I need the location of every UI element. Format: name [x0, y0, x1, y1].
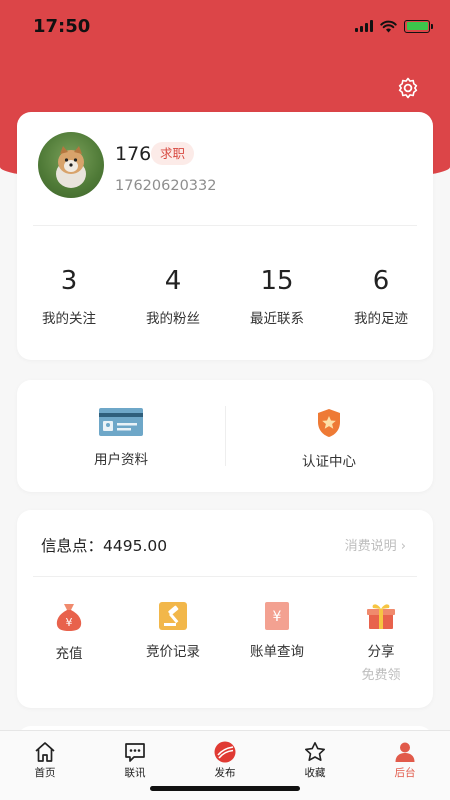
action-label: 账单查询 — [250, 644, 304, 660]
share-button[interactable]: 分享 免费领 — [329, 602, 433, 683]
gavel-icon — [159, 602, 187, 630]
divider — [33, 225, 417, 226]
chevron-right-icon: › — [400, 539, 406, 554]
bidding-records-button[interactable]: 竞价记录 — [121, 602, 225, 683]
home-indicator — [150, 786, 300, 791]
tab-label: 收藏 — [304, 767, 326, 779]
username: 176 — [115, 143, 152, 165]
tab-home[interactable]: 首页 — [0, 731, 90, 800]
cellular-signal-icon — [355, 20, 373, 32]
stat-footprints[interactable]: 6 我的足迹 — [329, 264, 433, 327]
tab-label: 发布 — [214, 767, 236, 779]
stat-label: 最近联系 — [250, 311, 304, 327]
tab-label: 后台 — [394, 767, 416, 779]
user-profile-button[interactable]: 用户资料 — [17, 380, 225, 492]
link-label: 消费说明 — [344, 539, 397, 554]
stat-value: 15 — [260, 266, 294, 296]
star-icon — [305, 742, 325, 761]
action-label: 充值 — [55, 646, 83, 662]
stat-value: 6 — [372, 266, 390, 296]
money-bag-icon: ¥ — [56, 604, 82, 631]
points-balance: 信息点：4495.00 — [41, 534, 167, 556]
consumption-info-link[interactable]: 消费说明 › — [345, 535, 406, 554]
job-status-badge: 求职 — [151, 142, 195, 165]
battery-icon — [404, 19, 433, 33]
stat-followers[interactable]: 4 我的粉丝 — [121, 264, 225, 327]
avatar[interactable] — [38, 132, 104, 198]
user-icon — [395, 742, 415, 762]
stat-label: 我的足迹 — [354, 311, 408, 327]
points-value: 4495.00 — [103, 537, 168, 555]
settings-gear-icon[interactable] — [396, 76, 420, 100]
action-label: 竞价记录 — [146, 644, 200, 660]
recharge-button[interactable]: ¥ 充值 — [17, 602, 121, 683]
stat-value: 3 — [60, 266, 78, 296]
stat-label: 我的粉丝 — [146, 311, 200, 327]
profile-card: 176 求职 17620620332 3 我的关注 4 我的粉丝 15 最近联系… — [17, 112, 433, 360]
status-icons — [355, 18, 433, 34]
wallet-actions: ¥ 充值 竞价记录 ¥ 账单查询 分享 免费领 — [17, 602, 433, 683]
id-card-icon — [99, 408, 143, 436]
stat-following[interactable]: 3 我的关注 — [17, 264, 121, 327]
points-label: 信息点： — [41, 537, 104, 555]
tab-label: 首页 — [34, 767, 56, 779]
status-time: 17:50 — [33, 16, 91, 37]
shield-star-icon — [318, 409, 340, 437]
stat-value: 4 — [164, 266, 182, 296]
svg-text:¥: ¥ — [66, 616, 73, 629]
bill-query-button[interactable]: ¥ 账单查询 — [225, 602, 329, 683]
divider — [33, 576, 417, 577]
avatar-dog-image — [56, 146, 86, 188]
bill-icon: ¥ — [265, 602, 289, 630]
tools-card: 用户资料 认证中心 — [17, 380, 433, 492]
stats-row: 3 我的关注 4 我的粉丝 15 最近联系 6 我的足迹 — [17, 264, 433, 327]
wifi-icon — [380, 20, 397, 32]
tab-dashboard[interactable]: 后台 — [360, 731, 450, 800]
home-icon — [35, 742, 55, 762]
verification-center-button[interactable]: 认证中心 — [225, 380, 433, 492]
wallet-card: 信息点：4495.00 消费说明 › ¥ 充值 竞价记录 ¥ 账单查询 分享 免… — [17, 510, 433, 708]
stat-recent-contacts[interactable]: 15 最近联系 — [225, 264, 329, 327]
gift-icon — [367, 604, 395, 629]
divider — [225, 406, 226, 466]
stat-label: 我的关注 — [42, 311, 96, 327]
status-bar: 17:50 — [0, 0, 450, 50]
phone-number: 17620620332 — [115, 178, 217, 194]
action-sub-label: 免费领 — [361, 668, 401, 683]
chat-icon — [125, 743, 145, 762]
svg-text:¥: ¥ — [273, 609, 282, 625]
action-label: 分享 — [367, 644, 395, 660]
tool-label: 用户资料 — [94, 452, 148, 468]
publish-icon — [214, 741, 236, 763]
tab-label: 联讯 — [124, 767, 146, 779]
tool-label: 认证中心 — [302, 454, 356, 470]
